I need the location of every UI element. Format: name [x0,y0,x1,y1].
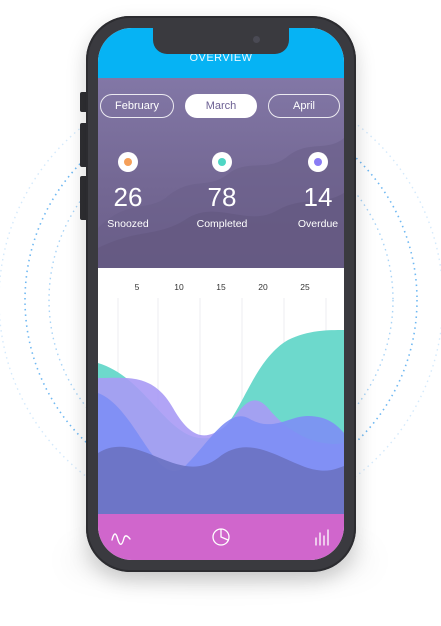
chart-tick: 5 [134,282,140,292]
chart-tick: 25 [300,282,310,292]
wave-icon[interactable] [110,526,132,548]
month-tab-february[interactable]: February [100,94,174,118]
chart-tick: 10 [174,282,184,292]
overdue-count: 14 [303,182,333,212]
activity-chart-svg [98,298,344,514]
overdue-dot [314,158,322,166]
activity-chart: 5 10 15 20 25 [98,268,344,514]
completed-count: 78 [207,182,237,212]
summary-panel: February March April 26 78 14 Snoozed Co… [98,78,344,268]
snoozed-label: Snoozed [107,218,149,230]
completed-indicator-icon [212,152,232,172]
chart-tick: 20 [258,282,268,292]
bar-chart-icon[interactable] [312,526,334,548]
phone-notch [153,28,289,54]
snoozed-indicator-icon [118,152,138,172]
snoozed-dot [124,158,132,166]
chart-tick: 15 [216,282,226,292]
overdue-indicator-icon [308,152,328,172]
completed-dot [218,158,226,166]
snoozed-count: 26 [113,182,143,212]
pie-chart-icon[interactable] [210,526,232,548]
month-tab-march[interactable]: March [185,94,257,118]
bottom-navigation [98,514,344,560]
completed-label: Completed [196,218,248,230]
overdue-label: Overdue [297,218,339,230]
camera-icon [253,36,260,43]
phone-screen: OVERVIEW February March April 26 78 14 S… [98,28,344,560]
month-tab-april[interactable]: April [268,94,340,118]
